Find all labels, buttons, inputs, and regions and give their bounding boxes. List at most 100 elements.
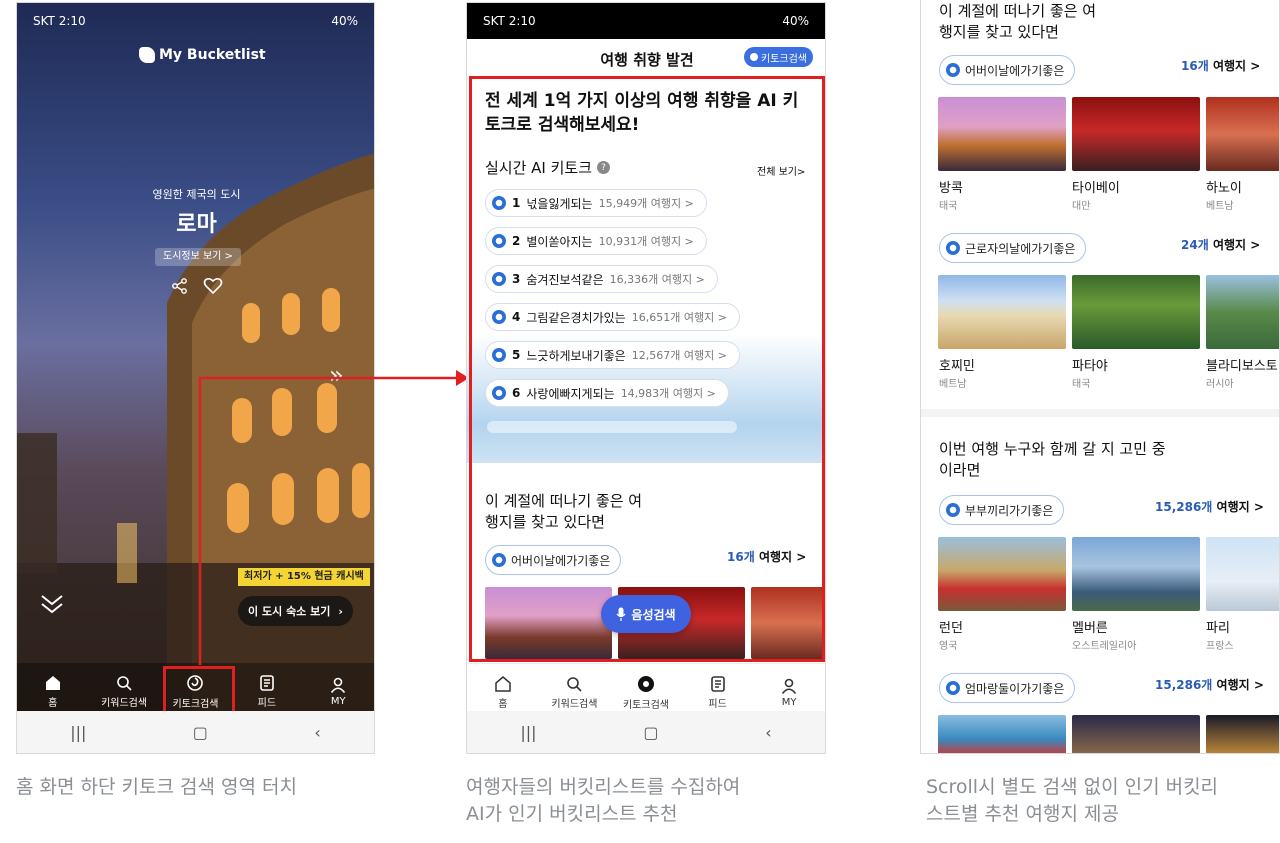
caption-1: 홈 화면 하단 키토크 검색 영역 터치 — [16, 776, 297, 798]
city-name: 파리 — [1206, 621, 1230, 636]
nav-my-label: MY — [330, 696, 346, 707]
caption-2-line1: 여행자들의 버킷리스트를 수집하여 — [466, 776, 741, 798]
logo-icon — [139, 47, 155, 63]
group-count-link-4[interactable]: 15,286개 여행지 > — [1155, 676, 1264, 693]
city-name: 런던 — [939, 621, 963, 636]
carrier-time: SKT 2:10 — [483, 14, 536, 28]
group-chip-4[interactable]: 엄마랑둘이가기좋은 — [939, 673, 1076, 703]
city-name: 방콕 — [939, 181, 963, 196]
group-count-label: 여행지 > — [1212, 238, 1261, 252]
group-chip-2[interactable]: 근로자의날에가기좋은 — [939, 233, 1087, 263]
city-country: 오스트레일리아 — [1072, 641, 1137, 652]
home-icon — [45, 676, 60, 690]
city-name: 멜버른 — [1072, 621, 1108, 636]
group-chip-3[interactable]: 부부끼리가기좋은 — [939, 495, 1065, 525]
home-button-icon[interactable]: ▢ — [643, 723, 658, 742]
group-count-number: 16개 — [1181, 59, 1209, 73]
nav-home[interactable]: 홈 — [468, 675, 538, 710]
heart-icon[interactable] — [203, 276, 223, 300]
nav-keyword-search[interactable]: 키워드검색 — [89, 675, 159, 709]
city-thumb-hanoi[interactable] — [1206, 97, 1279, 171]
home-icon — [495, 675, 511, 692]
badge-dot-icon — [750, 53, 758, 61]
system-nav: ||| ▢ ‹ — [17, 711, 374, 753]
nav-feed-label: 피드 — [257, 698, 277, 709]
group-count-label: 여행지 > — [1212, 59, 1261, 73]
person-icon — [782, 678, 797, 694]
city-name: 하노이 — [1206, 181, 1242, 196]
season-section-title: 이 계절에 떠나기 좋은 여행지를 찾고 있다면 — [939, 2, 1097, 41]
city-name: 호찌민 — [939, 359, 975, 374]
city-country: 베트남 — [939, 379, 967, 390]
home-button-icon[interactable]: ▢ — [193, 723, 208, 742]
group-chip-label: 엄마랑둘이가기좋은 — [965, 681, 1065, 696]
kitalk-dot-icon — [946, 241, 960, 255]
group-count-number: 15,286개 — [1155, 500, 1213, 514]
city-info-button[interactable]: 도시정보 보기 > — [155, 248, 241, 266]
nav-my-label: MY — [781, 696, 797, 708]
header-badge-label: 키토크검색 — [761, 53, 807, 65]
group-chip-1[interactable]: 어버이날에가기좋은 — [939, 55, 1076, 85]
city-country: 태국 — [939, 201, 958, 212]
city-thumb-budapest[interactable] — [1206, 715, 1279, 753]
group-count-link-2[interactable]: 24개 여행지 > — [1181, 236, 1260, 253]
header-badge[interactable]: 키토크검색 — [744, 47, 813, 67]
kitalk-dot-icon — [946, 681, 960, 695]
city-country: 프랑스 — [1206, 641, 1234, 652]
app-logo: My Bucketlist — [139, 47, 266, 63]
group-chip-label: 근로자의날에가기좋은 — [965, 241, 1076, 256]
city-thumb-hochiminh[interactable] — [938, 275, 1066, 349]
group-count-link-3[interactable]: 15,286개 여행지 > — [1155, 498, 1264, 515]
back-icon[interactable]: ‹ — [314, 723, 320, 742]
scroll-screen: 이 계절에 떠나기 좋은 여행지를 찾고 있다면 어버이날에가기좋은 16개 여… — [920, 0, 1280, 754]
city-thumb-melbourne[interactable] — [1072, 537, 1200, 611]
battery-level: 40% — [331, 14, 358, 28]
battery-level: 40% — [782, 14, 809, 28]
swirl-icon — [637, 675, 654, 692]
content-highlight-box — [469, 76, 825, 662]
city-thumb-night-city[interactable] — [1072, 715, 1200, 753]
nav-feed-label: 피드 — [708, 698, 727, 710]
city-thumb-hongkong[interactable] — [938, 715, 1066, 753]
nav-home-label: 홈 — [498, 698, 508, 710]
city-name: 파타야 — [1072, 359, 1108, 374]
carrier-time: SKT 2:10 — [33, 14, 86, 28]
nav-kitalk-search[interactable]: 키토크검색 — [611, 675, 681, 711]
city-thumb-london[interactable] — [938, 537, 1066, 611]
city-thumb-vladivostok[interactable] — [1206, 275, 1279, 349]
nav-my[interactable]: MY — [754, 678, 824, 708]
city-title: 로마 — [176, 212, 217, 237]
nav-feed[interactable]: 피드 — [683, 675, 753, 710]
caption-3-line2: 스트별 추천 여행지 제공 — [926, 803, 1119, 825]
group-count-number: 15,286개 — [1155, 678, 1213, 692]
city-name: 타이베이 — [1072, 181, 1120, 196]
city-thumb-bangkok[interactable] — [938, 97, 1066, 171]
group-chip-label: 부부끼리가기좋은 — [965, 503, 1054, 518]
city-country: 대만 — [1072, 201, 1091, 212]
group-count-link-1[interactable]: 16개 여행지 > — [1181, 57, 1260, 74]
recent-apps-icon[interactable]: ||| — [70, 723, 86, 742]
scroll-down-icon[interactable] — [39, 593, 65, 619]
search-icon — [117, 676, 132, 691]
kitalk-screen: SKT 2:10 40% 여행 취향 발견 키토크검색 전 세계 1억 가지 이… — [466, 2, 826, 754]
companion-section-title: 이번 여행 누구와 함께 갈 지 고민 중이라면 — [939, 440, 1166, 479]
nav-kitalk-label: 키토크검색 — [622, 699, 669, 711]
nav-home[interactable]: 홈 — [18, 675, 88, 709]
city-country: 태국 — [1072, 379, 1091, 390]
kitalk-dot-icon — [946, 63, 960, 77]
group-count-label: 여행지 > — [1216, 678, 1264, 692]
city-country: 영국 — [939, 641, 958, 652]
city-thumb-paris[interactable] — [1206, 537, 1279, 611]
nav-keyword-search[interactable]: 키워드검색 — [539, 676, 609, 710]
city-subtitle: 영원한 제국의 도시 — [152, 188, 241, 201]
share-icon[interactable] — [171, 277, 189, 299]
nav-keyword-label: 키워드검색 — [101, 698, 148, 709]
city-thumb-taipei[interactable] — [1072, 97, 1200, 171]
city-name: 블라디보스토 — [1206, 359, 1278, 374]
back-icon[interactable]: ‹ — [765, 723, 771, 742]
recent-apps-icon[interactable]: ||| — [520, 723, 536, 742]
caption-2-line2: AI가 인기 버킷리스트 추천 — [466, 803, 678, 825]
city-thumb-pattaya[interactable] — [1072, 275, 1200, 349]
city-country: 베트남 — [1206, 201, 1234, 212]
group-chip-label: 어버이날에가기좋은 — [965, 63, 1065, 78]
